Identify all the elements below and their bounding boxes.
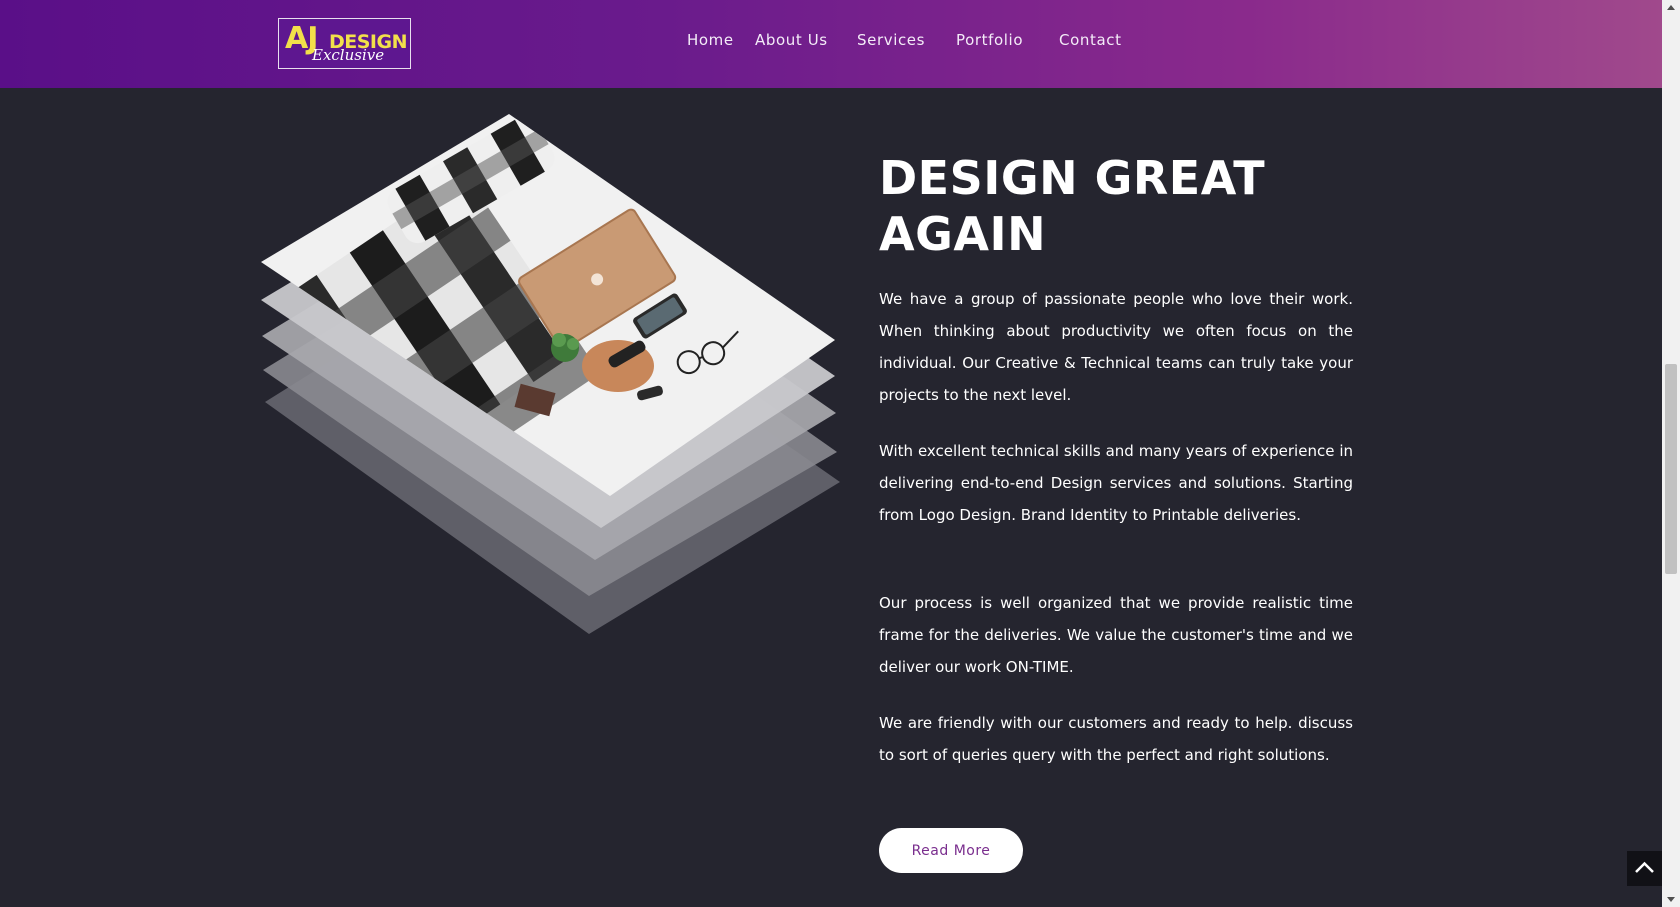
nav-link-services[interactable]: Services: [857, 31, 925, 49]
page: AJ DESIGN Exclusive Home About Us Servic…: [0, 0, 1662, 907]
scroll-down-arrow-icon[interactable]: [1662, 891, 1680, 907]
chevron-up-icon: [1635, 861, 1654, 873]
brand-logo[interactable]: AJ DESIGN Exclusive: [278, 18, 411, 69]
hero-heading-line-2: AGAIN: [879, 207, 1047, 261]
nav-link-portfolio[interactable]: Portfolio: [956, 31, 1023, 49]
scroll-up-arrow-icon[interactable]: [1662, 0, 1680, 16]
hero-heading-line-1: DESIGN GREAT: [879, 151, 1266, 205]
hero-heading: DESIGN GREAT AGAIN: [879, 150, 1299, 262]
top-navbar: AJ DESIGN Exclusive Home About Us Servic…: [0, 0, 1662, 88]
nav-link-about-us[interactable]: About Us: [755, 31, 828, 49]
nav-link-contact[interactable]: Contact: [1059, 31, 1122, 49]
intro-paragraph-4: We are friendly with our customers and r…: [879, 714, 1353, 764]
intro-paragraph-3: Our process is well organized that we pr…: [879, 594, 1353, 676]
scroll-to-top-button[interactable]: [1627, 851, 1662, 886]
read-more-button[interactable]: Read More: [879, 828, 1023, 873]
nav-link-home[interactable]: Home: [687, 31, 734, 49]
layered-product-image: [261, 114, 840, 634]
intro-paragraph-1: We have a group of passionate people who…: [879, 290, 1353, 404]
logo-exclusive-text: Exclusive: [312, 46, 385, 64]
vertical-scrollbar[interactable]: [1662, 0, 1680, 907]
scrollbar-thumb[interactable]: [1665, 364, 1677, 574]
intro-paragraph-2: With excellent technical skills and many…: [879, 442, 1353, 524]
